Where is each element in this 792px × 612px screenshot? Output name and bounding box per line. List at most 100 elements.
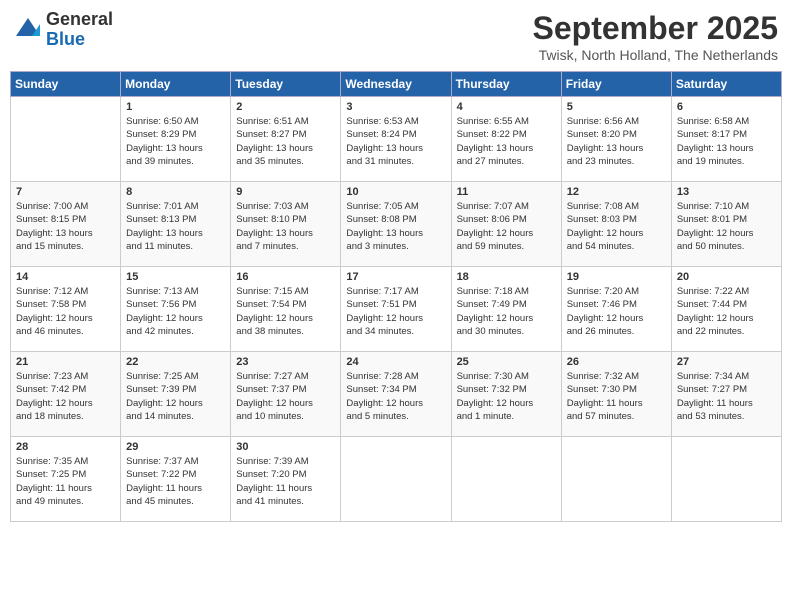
day-info: Sunrise: 7:15 AM Sunset: 7:54 PM Dayligh…	[236, 285, 335, 338]
weekday-header-row: SundayMondayTuesdayWednesdayThursdayFrid…	[11, 72, 782, 97]
day-number: 23	[236, 356, 335, 368]
day-info: Sunrise: 6:53 AM Sunset: 8:24 PM Dayligh…	[346, 115, 445, 168]
day-number: 11	[457, 186, 556, 198]
day-info: Sunrise: 7:13 AM Sunset: 7:56 PM Dayligh…	[126, 285, 225, 338]
calendar-week-row: 21 Sunrise: 7:23 AM Sunset: 7:42 PM Dayli…	[11, 352, 782, 437]
day-number: 8	[126, 186, 225, 198]
logo-text: General Blue	[46, 10, 113, 50]
calendar-cell: 17Sunrise: 7:17 AM Sunset: 7:51 PM Dayli…	[341, 267, 451, 352]
calendar-cell: 14 Sunrise: 7:12 AM Sunset: 7:58 PM Dayli…	[11, 267, 121, 352]
day-info: Sunrise: 7:35 AM Sunset: 7:25 PM Dayligh…	[16, 455, 115, 508]
calendar-cell: 1Sunrise: 6:50 AM Sunset: 8:29 PM Daylig…	[121, 97, 231, 182]
day-info: Sunrise: 7:23 AM Sunset: 7:42 PM Dayligh…	[16, 370, 115, 423]
title-block: September 2025 Twisk, North Holland, The…	[533, 10, 778, 63]
calendar-cell: 25 Sunrise: 7:30 AM Sunset: 7:32 PM Dayli…	[451, 352, 561, 437]
day-number: 27	[677, 356, 776, 368]
day-number: 7	[16, 186, 115, 198]
calendar-cell	[341, 437, 451, 522]
day-info: Sunrise: 7:00 AM Sunset: 8:15 PM Dayligh…	[16, 200, 115, 253]
calendar-cell: 29Sunrise: 7:37 AM Sunset: 7:22 PM Dayli…	[121, 437, 231, 522]
calendar-cell	[451, 437, 561, 522]
day-number: 29	[126, 441, 225, 453]
page-header: General Blue September 2025 Twisk, North…	[10, 10, 782, 63]
day-number: 3	[346, 101, 445, 113]
weekday-header: Sunday	[11, 72, 121, 97]
calendar-cell: 23Sunrise: 7:27 AM Sunset: 7:37 PM Dayli…	[231, 352, 341, 437]
calendar-cell: 27 Sunrise: 7:34 AM Sunset: 7:27 PM Dayli…	[671, 352, 781, 437]
day-info: Sunrise: 7:30 AM Sunset: 7:32 PM Dayligh…	[457, 370, 556, 423]
day-info: Sunrise: 7:03 AM Sunset: 8:10 PM Dayligh…	[236, 200, 335, 253]
day-number: 28	[16, 441, 115, 453]
day-info: Sunrise: 7:05 AM Sunset: 8:08 PM Dayligh…	[346, 200, 445, 253]
weekday-header: Wednesday	[341, 72, 451, 97]
day-info: Sunrise: 7:20 AM Sunset: 7:46 PM Dayligh…	[567, 285, 666, 338]
calendar-cell: 12 Sunrise: 7:08 AM Sunset: 8:03 PM Dayli…	[561, 182, 671, 267]
day-info: Sunrise: 7:18 AM Sunset: 7:49 PM Dayligh…	[457, 285, 556, 338]
weekday-header: Monday	[121, 72, 231, 97]
day-number: 4	[457, 101, 556, 113]
calendar-cell: 28 Sunrise: 7:35 AM Sunset: 7:25 PM Dayli…	[11, 437, 121, 522]
day-number: 15	[126, 271, 225, 283]
calendar-cell: 8 Sunrise: 7:01 AM Sunset: 8:13 PM Daylig…	[121, 182, 231, 267]
calendar-cell: 22Sunrise: 7:25 AM Sunset: 7:39 PM Dayli…	[121, 352, 231, 437]
day-info: Sunrise: 7:22 AM Sunset: 7:44 PM Dayligh…	[677, 285, 776, 338]
day-info: Sunrise: 6:55 AM Sunset: 8:22 PM Dayligh…	[457, 115, 556, 168]
day-info: Sunrise: 6:51 AM Sunset: 8:27 PM Dayligh…	[236, 115, 335, 168]
calendar-cell: 10 Sunrise: 7:05 AM Sunset: 8:08 PM Dayli…	[341, 182, 451, 267]
day-number: 25	[457, 356, 556, 368]
calendar-cell: 5 Sunrise: 6:56 AM Sunset: 8:20 PM Daylig…	[561, 97, 671, 182]
location-subtitle: Twisk, North Holland, The Netherlands	[533, 47, 778, 63]
day-info: Sunrise: 7:08 AM Sunset: 8:03 PM Dayligh…	[567, 200, 666, 253]
day-info: Sunrise: 7:07 AM Sunset: 8:06 PM Dayligh…	[457, 200, 556, 253]
day-info: Sunrise: 7:34 AM Sunset: 7:27 PM Dayligh…	[677, 370, 776, 423]
calendar-cell: 9 Sunrise: 7:03 AM Sunset: 8:10 PM Daylig…	[231, 182, 341, 267]
calendar-cell: 7 Sunrise: 7:00 AM Sunset: 8:15 PM Daylig…	[11, 182, 121, 267]
calendar-cell: 30 Sunrise: 7:39 AM Sunset: 7:20 PM Dayli…	[231, 437, 341, 522]
weekday-header: Saturday	[671, 72, 781, 97]
day-number: 17	[346, 271, 445, 283]
calendar-cell	[561, 437, 671, 522]
day-number: 30	[236, 441, 335, 453]
day-number: 10	[346, 186, 445, 198]
day-number: 21	[16, 356, 115, 368]
day-number: 13	[677, 186, 776, 198]
day-info: Sunrise: 6:50 AM Sunset: 8:29 PM Dayligh…	[126, 115, 225, 168]
calendar-cell: 21 Sunrise: 7:23 AM Sunset: 7:42 PM Dayli…	[11, 352, 121, 437]
calendar-week-row: 28 Sunrise: 7:35 AM Sunset: 7:25 PM Dayli…	[11, 437, 782, 522]
logo-icon	[14, 16, 42, 44]
day-number: 24	[346, 356, 445, 368]
calendar-cell: 24 Sunrise: 7:28 AM Sunset: 7:34 PM Dayli…	[341, 352, 451, 437]
day-info: Sunrise: 7:01 AM Sunset: 8:13 PM Dayligh…	[126, 200, 225, 253]
calendar-week-row: 14 Sunrise: 7:12 AM Sunset: 7:58 PM Dayli…	[11, 267, 782, 352]
day-number: 26	[567, 356, 666, 368]
day-number: 9	[236, 186, 335, 198]
calendar-week-row: 1Sunrise: 6:50 AM Sunset: 8:29 PM Daylig…	[11, 97, 782, 182]
weekday-header: Friday	[561, 72, 671, 97]
day-info: Sunrise: 7:25 AM Sunset: 7:39 PM Dayligh…	[126, 370, 225, 423]
day-number: 14	[16, 271, 115, 283]
month-title: September 2025	[533, 10, 778, 47]
calendar-cell: 16 Sunrise: 7:15 AM Sunset: 7:54 PM Dayli…	[231, 267, 341, 352]
day-number: 6	[677, 101, 776, 113]
weekday-header: Tuesday	[231, 72, 341, 97]
weekday-header: Thursday	[451, 72, 561, 97]
day-info: Sunrise: 7:10 AM Sunset: 8:01 PM Dayligh…	[677, 200, 776, 253]
day-number: 12	[567, 186, 666, 198]
day-number: 5	[567, 101, 666, 113]
day-info: Sunrise: 7:32 AM Sunset: 7:30 PM Dayligh…	[567, 370, 666, 423]
calendar-cell: 2 Sunrise: 6:51 AM Sunset: 8:27 PM Daylig…	[231, 97, 341, 182]
calendar-cell: 15 Sunrise: 7:13 AM Sunset: 7:56 PM Dayli…	[121, 267, 231, 352]
day-info: Sunrise: 7:28 AM Sunset: 7:34 PM Dayligh…	[346, 370, 445, 423]
calendar-table: SundayMondayTuesdayWednesdayThursdayFrid…	[10, 71, 782, 522]
calendar-cell: 19Sunrise: 7:20 AM Sunset: 7:46 PM Dayli…	[561, 267, 671, 352]
calendar-cell	[671, 437, 781, 522]
calendar-cell	[11, 97, 121, 182]
calendar-cell: 13 Sunrise: 7:10 AM Sunset: 8:01 PM Dayli…	[671, 182, 781, 267]
day-number: 2	[236, 101, 335, 113]
day-info: Sunrise: 6:58 AM Sunset: 8:17 PM Dayligh…	[677, 115, 776, 168]
day-info: Sunrise: 7:39 AM Sunset: 7:20 PM Dayligh…	[236, 455, 335, 508]
day-number: 16	[236, 271, 335, 283]
day-info: Sunrise: 6:56 AM Sunset: 8:20 PM Dayligh…	[567, 115, 666, 168]
calendar-cell: 11 Sunrise: 7:07 AM Sunset: 8:06 PM Dayli…	[451, 182, 561, 267]
day-info: Sunrise: 7:12 AM Sunset: 7:58 PM Dayligh…	[16, 285, 115, 338]
